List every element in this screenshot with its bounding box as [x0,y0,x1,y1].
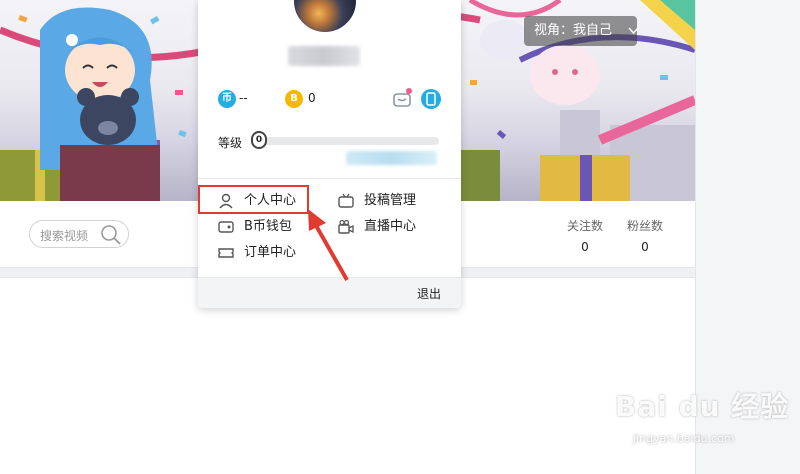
following-count: 0 [581,240,589,254]
watermark-url: jingyan.baidu.com [633,432,735,445]
avatar[interactable] [292,0,358,34]
coin-value: -- [239,91,248,105]
highlight-annotation-box [198,185,309,214]
mobile-icon[interactable] [421,89,441,109]
logout-link[interactable]: 退出 [417,285,441,302]
search-placeholder: 搜索视频 [40,229,89,243]
menu-divider [198,178,461,179]
level-label: 等级 [218,136,243,150]
ticket-icon [218,245,234,268]
fans-count: 0 [641,240,649,254]
annotation-arrow [308,209,349,281]
following-label: 关注数 [566,219,603,233]
watermark-brand: Bai du 经验 [615,390,790,423]
fans-stat[interactable]: 粉丝数 0 [620,217,670,254]
view-as-label: 视角：我自己 [534,23,613,38]
coin-icon: 币 [218,90,236,108]
search-icon[interactable] [100,224,122,250]
search-input[interactable]: 搜索视频 [29,220,129,248]
following-stat[interactable]: 关注数 0 [560,217,610,254]
fans-label: 粉丝数 [626,219,663,233]
notification-dot [406,88,412,94]
bcoin-icon: B [285,90,303,108]
level-progress-bar [253,137,439,145]
view-as-button[interactable]: 视角：我自己 [524,16,639,46]
username-blurred [288,46,360,66]
level-exp-blurred [346,151,437,165]
level-badge: 0 [251,131,267,149]
wallet-icon [218,219,234,242]
bcoin-value: 0 [308,91,316,105]
